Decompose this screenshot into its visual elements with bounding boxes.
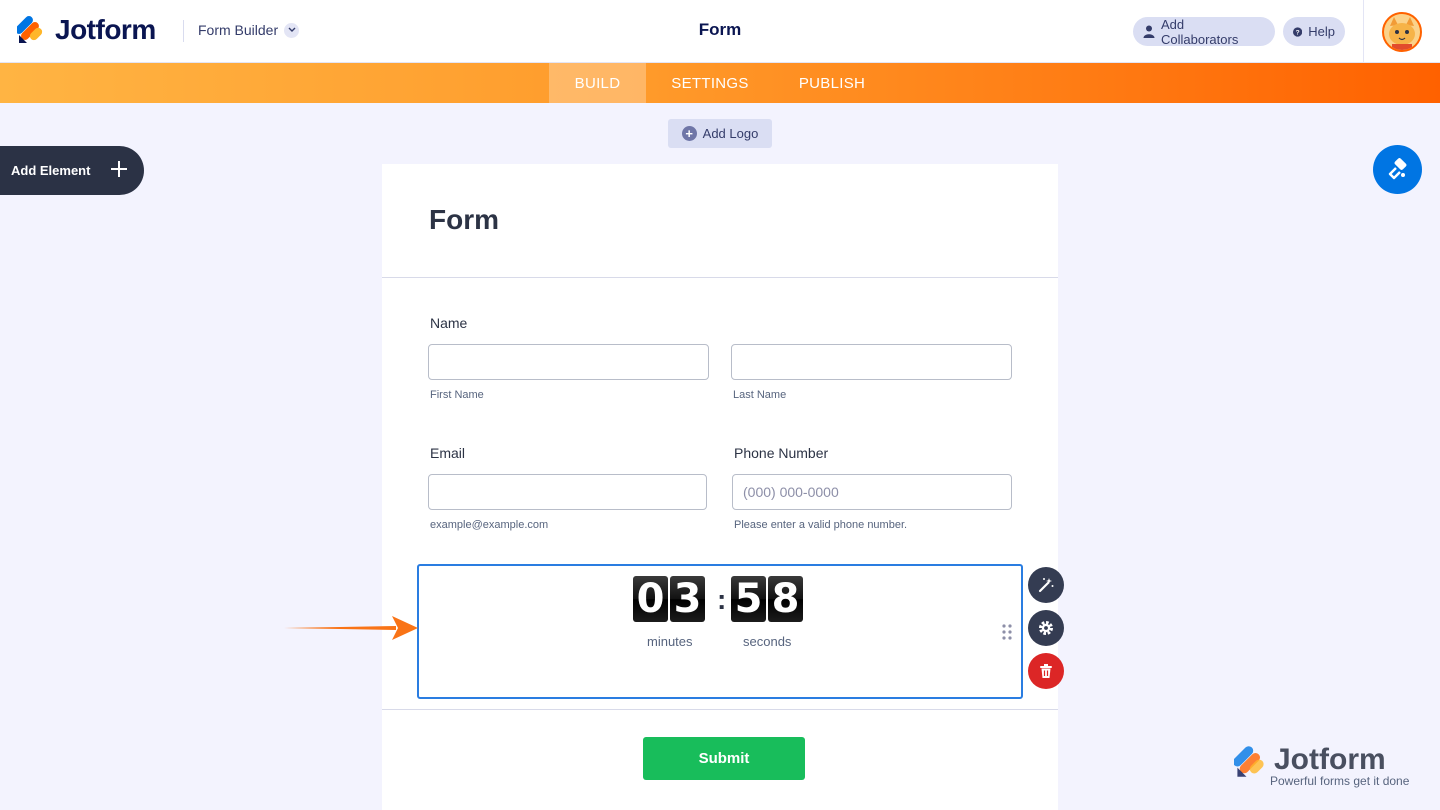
add-element-label: Add Element [11,163,91,178]
seconds-digits: 5 8 [731,576,803,622]
form-designer-button[interactable] [1373,145,1422,194]
first-name-input[interactable] [428,344,709,380]
email-label[interactable]: Email [430,445,465,461]
plus-circle-icon: + [681,126,697,141]
watermark-tagline: Powerful forms get it done [1270,774,1410,788]
form-card: Form Name First Name Last Name Email exa… [382,164,1058,810]
first-name-sublabel: First Name [430,389,484,401]
email-input[interactable] [428,474,707,510]
name-label[interactable]: Name [430,315,467,331]
jotform-watermark-icon [1234,746,1264,777]
gear-icon [1039,621,1053,635]
seconds-digit-tens: 5 [731,576,766,622]
phone-sublabel: Please enter a valid phone number. [734,519,908,531]
drag-handle-icon[interactable] [1002,624,1012,640]
add-collaborators-label: Add Collaborators [1161,16,1239,47]
top-header: Jotform Form Builder Form Add Collaborat… [0,0,1440,63]
plus-icon [111,161,127,177]
seconds-label: seconds [743,634,792,649]
pointer-arrow-icon [284,616,418,640]
last-name-input[interactable] [731,344,1012,380]
submit-button[interactable]: Submit [643,737,805,780]
phone-label[interactable]: Phone Number [734,445,828,461]
help-icon: ? [1293,26,1303,36]
delete-tool-button[interactable] [1028,653,1064,689]
form-footer-divider [382,709,1058,710]
tab-settings[interactable]: SETTINGS [656,63,764,103]
form-header-divider [382,277,1058,278]
email-sublabel: example@example.com [430,519,549,531]
help-label: Help [1308,24,1335,39]
tab-build[interactable]: BUILD [549,63,646,103]
form-title[interactable]: Form [429,204,499,236]
help-button[interactable]: ? Help [1283,17,1345,46]
header-divider-right [1363,0,1364,63]
minutes-label: minutes [647,634,693,649]
magic-wand-icon [1038,578,1054,593]
avatar[interactable] [1382,12,1422,52]
minutes-digit-ones: 3 [670,576,705,622]
tab-publish[interactable]: PUBLISH [784,63,880,103]
last-name-sublabel: Last Name [733,389,787,401]
timer-separator: : [717,584,727,615]
add-element-button[interactable]: Add Element [0,146,144,195]
minutes-digits: 0 3 [633,576,705,622]
add-logo-button[interactable]: + Add Logo [668,119,772,148]
seconds-digit-ones: 8 [768,576,803,622]
phone-input[interactable]: (000) 000-0000 [732,474,1012,510]
jotform-watermark: Jotform Powerful forms get it done [1234,743,1424,790]
watermark-brand: Jotform [1274,743,1386,776]
wand-tool-button[interactable] [1028,567,1064,603]
trash-icon [1040,664,1052,678]
svg-text:?: ? [1296,29,1300,36]
user-icon [1143,25,1155,38]
add-collaborators-button[interactable]: Add Collaborators [1133,16,1275,47]
paint-roller-icon [1388,157,1406,179]
settings-tool-button[interactable] [1028,610,1064,646]
phone-placeholder: (000) 000-0000 [743,484,839,500]
builder-nav: BUILD SETTINGS PUBLISH [0,63,1440,103]
countdown-timer-field[interactable]: 0 3 : 5 8 minutes seconds [417,564,1023,699]
add-logo-label: Add Logo [702,126,759,141]
minutes-digit-tens: 0 [633,576,668,622]
cat-avatar-icon [1384,14,1420,50]
